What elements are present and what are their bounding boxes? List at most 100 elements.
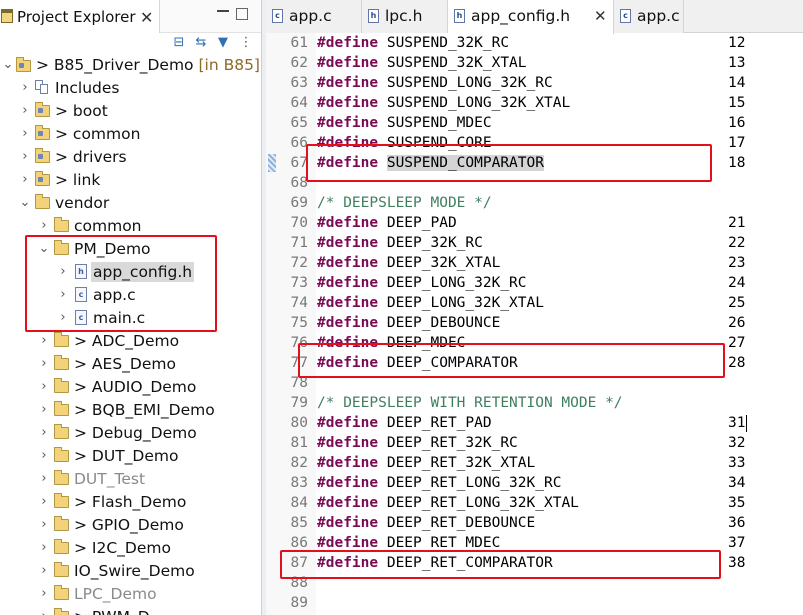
chevron-right-icon[interactable]: › [38, 400, 50, 420]
maximize-icon[interactable] [236, 8, 248, 20]
chevron-right-icon[interactable]: › [19, 147, 31, 167]
chevron-right-icon[interactable]: › [38, 216, 50, 236]
tree-folder-vendor[interactable]: ⌄ vendor [0, 192, 261, 215]
project-root[interactable]: ⌄ > B85_Driver_Demo [in B85] [tc [0, 54, 261, 77]
tree-folder-pm_demo[interactable]: ⌄ PM_Demo [0, 238, 261, 261]
chevron-down-icon[interactable]: ⌄ [19, 193, 31, 213]
code-line[interactable]: /* DEEPSLEEP WITH RETENTION MODE */ [317, 393, 797, 413]
code-line[interactable]: #define SUSPEND_32K_XTAL 13 [317, 53, 797, 73]
project-explorer-tab[interactable]: Project Explorer ✕ [0, 0, 160, 33]
tree-folder-link[interactable]: › > link [0, 169, 261, 192]
editor-tab-lpc-h[interactable]: h lpc.h [362, 0, 448, 33]
tree-folder-adc_demo[interactable]: › > ADC_Demo [0, 330, 261, 353]
header-file-icon: h [368, 9, 379, 23]
chevron-right-icon[interactable]: › [38, 492, 50, 512]
code-line[interactable]: #define DEEP_PAD 21 [317, 213, 797, 233]
macro-name: DEEP_DEBOUNCE [386, 315, 501, 331]
code-line[interactable]: #define DEEP_RET_MDEC 37 [317, 533, 797, 553]
chevron-right-icon[interactable]: › [38, 469, 50, 489]
view-menu-icon[interactable]: ⋮ [239, 36, 253, 50]
line-number: 66 [290, 135, 308, 151]
tree-item-text: common [72, 125, 141, 143]
close-icon[interactable]: ✕ [140, 8, 153, 27]
code-line[interactable]: #define SUSPEND_MDEC 16 [317, 113, 797, 133]
editor-tab-app_config-h[interactable]: h app_config.h ✕ [448, 0, 614, 34]
code-line[interactable]: #define DEEP_32K_XTAL 23 [317, 253, 797, 273]
code-line[interactable] [317, 593, 797, 613]
code-line[interactable]: #define DEEP_RET_PAD 31 [317, 413, 797, 433]
code-line[interactable] [317, 573, 797, 593]
code-line[interactable]: #define DEEP_RET_LONG_32K_RC 34 [317, 473, 797, 493]
code-line[interactable]: #define DEEP_RET_LONG_32K_XTAL 35 [317, 493, 797, 513]
collapse-all-icon[interactable]: ⊟ [172, 36, 186, 50]
code-line[interactable]: #define DEEP_RET_DEBOUNCE 36 [317, 513, 797, 533]
chevron-right-icon[interactable]: › [19, 78, 31, 98]
tree-folder-common[interactable]: › > common [0, 123, 261, 146]
tree-folder-i2c_demo[interactable]: › > I2C_Demo [0, 537, 261, 560]
chevron-right-icon[interactable]: › [38, 538, 50, 558]
tree-folder-bqb_emi_demo[interactable]: › > BQB_EMI_Demo [0, 399, 261, 422]
macro-name: SUSPEND_LONG_32K_RC [386, 75, 553, 91]
tree-file-app-c[interactable]: › c app.c [0, 284, 261, 307]
tree-folder-debug_demo[interactable]: › > Debug_Demo [0, 422, 261, 445]
chevron-right-icon[interactable]: › [57, 285, 69, 305]
code-line[interactable]: #define DEEP_RET_32K_RC 32 [317, 433, 797, 453]
code-line[interactable]: #define DEEP_RET_COMPARATOR 38 [317, 553, 797, 573]
chevron-right-icon[interactable]: › [38, 515, 50, 535]
editor-tab-app-c[interactable]: c app.c [266, 0, 362, 33]
code-line[interactable]: #define SUSPEND_32K_RC 12 [317, 33, 797, 53]
code-line[interactable]: #define SUSPEND_CORE 17 [317, 133, 797, 153]
filter-icon[interactable]: ▼ [216, 36, 230, 50]
macro-name: DEEP_LONG_32K_RC [386, 275, 527, 291]
chevron-right-icon[interactable]: › [38, 584, 50, 604]
chevron-right-icon[interactable]: › [57, 308, 69, 328]
code-line[interactable]: #define DEEP_COMPARATOR 28 [317, 353, 797, 373]
tree-folder-io_swire_demo[interactable]: › IO_Swire_Demo [0, 560, 261, 583]
code-line[interactable]: #define DEEP_LONG_32K_XTAL 25 [317, 293, 797, 313]
chevron-down-icon[interactable]: ⌄ [38, 239, 50, 259]
tree-folder-dut_test[interactable]: › DUT_Test [0, 468, 261, 491]
tree-folder-common[interactable]: › common [0, 215, 261, 238]
chevron-right-icon[interactable]: › [38, 561, 50, 581]
code-line[interactable] [317, 373, 797, 393]
code-line[interactable]: #define SUSPEND_COMPARATOR 18 [317, 153, 797, 173]
chevron-right-icon[interactable]: › [57, 262, 69, 282]
chevron-right-icon[interactable]: › [38, 446, 50, 466]
chevron-right-icon[interactable]: › [19, 170, 31, 190]
code-line[interactable]: #define DEEP_DEBOUNCE 26 [317, 313, 797, 333]
tree-file-main-c[interactable]: › c main.c [0, 307, 261, 330]
chevron-right-icon[interactable]: › [38, 377, 50, 397]
tree-folder-audio_demo[interactable]: › > AUDIO_Demo [0, 376, 261, 399]
tree-folder-flash_demo[interactable]: › > Flash_Demo [0, 491, 261, 514]
tree-folder-aes_demo[interactable]: › > AES_Demo [0, 353, 261, 376]
tree-folder-drivers[interactable]: › > drivers [0, 146, 261, 169]
code-line[interactable]: #define DEEP_MDEC 27 [317, 333, 797, 353]
code-line[interactable]: #define SUSPEND_LONG_32K_RC 14 [317, 73, 797, 93]
tree-folder-dut_demo[interactable]: › > DUT_Demo [0, 445, 261, 468]
code-line[interactable]: #define DEEP_RET_32K_XTAL 33 [317, 453, 797, 473]
tree-file-app_config-h[interactable]: › h app_config.h [0, 261, 261, 284]
chevron-right-icon[interactable]: › [19, 101, 31, 121]
chevron-right-icon[interactable]: › [38, 423, 50, 443]
close-tab-icon[interactable]: ✕ [594, 7, 607, 25]
chevron-down-icon[interactable]: ⌄ [2, 55, 14, 75]
outgoing-change-decoration: > [55, 171, 73, 189]
chevron-right-icon[interactable]: › [38, 354, 50, 374]
code-line[interactable]: #define SUSPEND_LONG_32K_XTAL 15 [317, 93, 797, 113]
minimize-icon[interactable] [217, 9, 229, 12]
code-line[interactable]: #define DEEP_32K_RC 22 [317, 233, 797, 253]
editor-tab-app-c[interactable]: c app.c [614, 0, 684, 33]
code-line[interactable] [317, 173, 797, 193]
tree-folder-boot[interactable]: › > boot [0, 100, 261, 123]
chevron-right-icon[interactable]: › [19, 124, 31, 144]
code-line[interactable]: #define DEEP_LONG_32K_RC 24 [317, 273, 797, 293]
chevron-right-icon[interactable]: › [38, 331, 50, 351]
tree-folder-pwm_d[interactable]: › > PWM_D [0, 606, 261, 615]
tree-folder-lpc_demo[interactable]: › LPC_Demo [0, 583, 261, 606]
code-line[interactable]: /* DEEPSLEEP MODE */ [317, 193, 797, 213]
chevron-right-icon[interactable]: › [38, 607, 50, 615]
tree-item-text: BQB_EMI_Demo [91, 401, 215, 419]
link-with-editor-icon[interactable]: ⇆ [194, 36, 208, 50]
tree-folder-includes[interactable]: › Includes [0, 77, 261, 100]
tree-folder-gpio_demo[interactable]: › > GPIO_Demo [0, 514, 261, 537]
